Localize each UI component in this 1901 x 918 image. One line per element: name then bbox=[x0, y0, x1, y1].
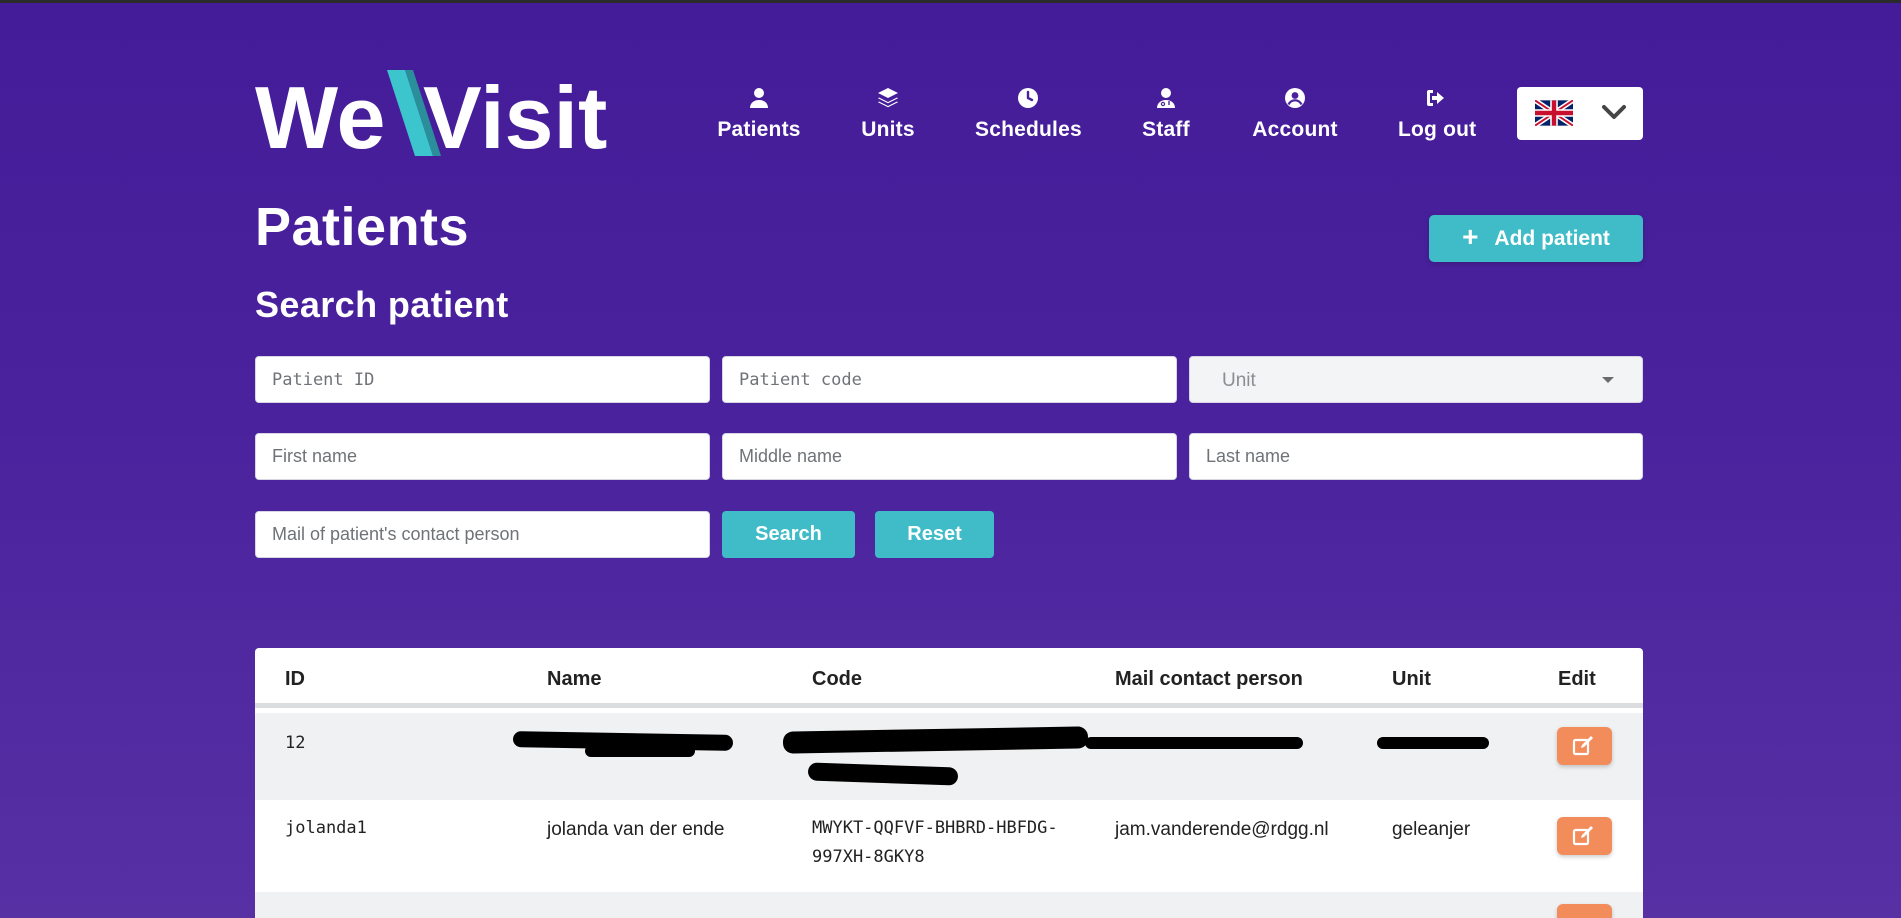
uk-flag-icon bbox=[1535, 100, 1573, 126]
column-header-code: Code bbox=[812, 668, 862, 690]
patient-id-input[interactable] bbox=[256, 357, 709, 402]
user-icon bbox=[750, 88, 768, 108]
column-header-mail: Mail contact person bbox=[1115, 668, 1303, 690]
nav-label-log-out: Log out bbox=[1398, 118, 1477, 141]
cell-name: jolanda van der ende bbox=[547, 819, 725, 840]
table-row bbox=[255, 892, 1643, 918]
edit-button[interactable] bbox=[1557, 904, 1612, 918]
patient-id-field[interactable] bbox=[255, 356, 710, 403]
nav-item-schedules[interactable]: Schedules bbox=[975, 86, 1082, 142]
column-header-edit: Edit bbox=[1558, 668, 1596, 690]
clock-icon bbox=[1018, 88, 1038, 108]
add-patient-button[interactable]: + Add patient bbox=[1429, 215, 1643, 262]
middle-name-input[interactable] bbox=[723, 434, 1176, 479]
window-top-border bbox=[0, 0, 1901, 3]
redaction-mark bbox=[1085, 737, 1303, 749]
reset-button[interactable]: Reset bbox=[875, 511, 994, 558]
unit-select[interactable]: Unit bbox=[1189, 356, 1643, 403]
edit-button[interactable] bbox=[1557, 817, 1612, 855]
layers-icon bbox=[878, 88, 898, 108]
language-selector[interactable] bbox=[1517, 87, 1643, 140]
caret-down-icon bbox=[1602, 377, 1614, 383]
edit-icon bbox=[1572, 736, 1593, 756]
redaction-mark bbox=[782, 726, 1089, 754]
nav-item-log-out[interactable]: Log out bbox=[1398, 86, 1477, 142]
plus-icon: + bbox=[1462, 221, 1479, 252]
last-name-input[interactable] bbox=[1190, 434, 1642, 479]
nav-item-staff[interactable]: Staff bbox=[1141, 86, 1191, 142]
nav-label-units: Units bbox=[861, 118, 915, 141]
redaction-mark bbox=[1377, 737, 1489, 749]
nav-item-units[interactable]: Units bbox=[860, 86, 916, 142]
logo-text-visit: Visit bbox=[423, 68, 607, 162]
logo-graphic: We Visit bbox=[255, 68, 607, 162]
table-row: 12 bbox=[255, 713, 1643, 800]
table-row: jolanda1 jolanda van der ende MWYKT-QQFV… bbox=[255, 800, 1643, 892]
nav-label-staff: Staff bbox=[1142, 118, 1190, 141]
user-circle-icon bbox=[1285, 88, 1305, 108]
chevron-down-icon bbox=[1602, 105, 1626, 119]
search-button[interactable]: Search bbox=[722, 511, 855, 558]
column-header-unit: Unit bbox=[1392, 668, 1431, 690]
nav-label-schedules: Schedules bbox=[975, 118, 1082, 141]
cell-code-line-2: 997XH-8GKY8 bbox=[812, 847, 925, 867]
patients-table: ID Name Code Mail contact person Unit Ed… bbox=[255, 648, 1643, 918]
edit-icon bbox=[1572, 826, 1593, 846]
patient-code-input[interactable] bbox=[723, 357, 1176, 402]
last-name-field[interactable] bbox=[1189, 433, 1643, 480]
page-title: Patients bbox=[255, 197, 470, 257]
nav-label-account: Account bbox=[1252, 118, 1338, 141]
cell-unit: geleanjer bbox=[1392, 819, 1471, 840]
add-patient-label: Add patient bbox=[1494, 226, 1610, 250]
wevisit-logo[interactable]: We Visit bbox=[255, 66, 615, 162]
nav-label-patients: Patients bbox=[717, 118, 801, 141]
cell-mail: jam.vanderende@rdgg.nl bbox=[1115, 819, 1329, 840]
first-name-field[interactable] bbox=[255, 433, 710, 480]
logo-text-we: We bbox=[255, 68, 385, 162]
nav-item-patients[interactable]: Patients bbox=[716, 86, 802, 142]
search-section-title: Search patient bbox=[255, 284, 509, 325]
cell-code-line-1: MWYKT-QQFVF-BHBRD-HBFDG- bbox=[812, 818, 1058, 838]
edit-button[interactable] bbox=[1557, 727, 1612, 765]
nav-item-account[interactable]: Account bbox=[1251, 86, 1339, 142]
unit-select-placeholder: Unit bbox=[1222, 370, 1256, 391]
cell-id: 12 bbox=[285, 733, 306, 753]
redaction-mark bbox=[807, 762, 959, 786]
patient-code-field[interactable] bbox=[722, 356, 1177, 403]
column-header-name: Name bbox=[547, 668, 602, 690]
first-name-input[interactable] bbox=[256, 434, 709, 479]
cell-id: jolanda1 bbox=[285, 818, 367, 838]
user-md-icon bbox=[1157, 88, 1175, 108]
table-header: ID Name Code Mail contact person Unit Ed… bbox=[255, 648, 1643, 708]
column-header-id: ID bbox=[285, 668, 305, 690]
redaction-mark bbox=[585, 745, 695, 757]
contact-mail-input[interactable] bbox=[256, 512, 709, 557]
sign-out-icon bbox=[1427, 90, 1444, 106]
contact-mail-field[interactable] bbox=[255, 511, 710, 558]
middle-name-field[interactable] bbox=[722, 433, 1177, 480]
